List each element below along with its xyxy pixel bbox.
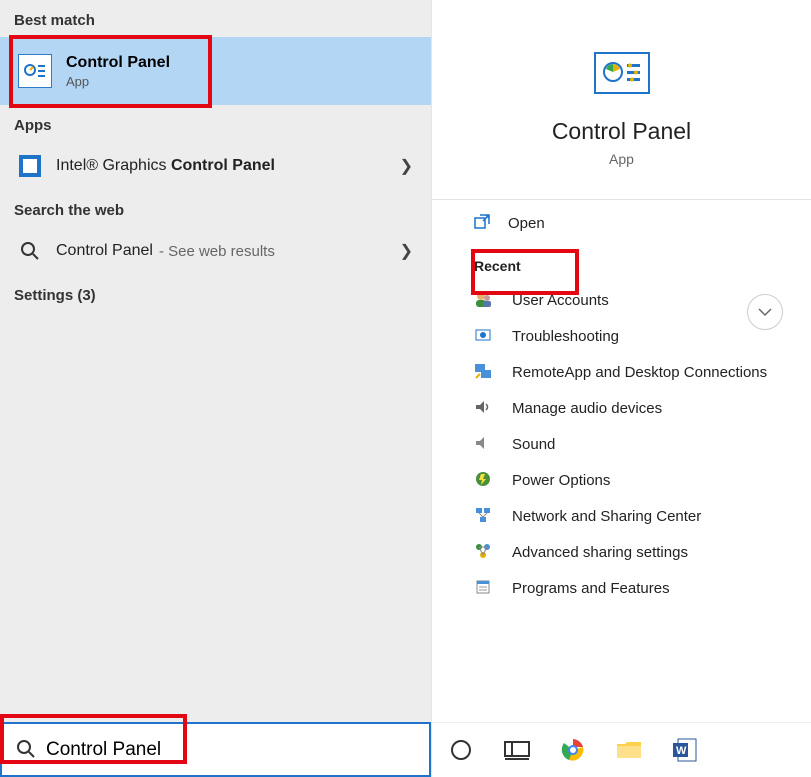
user-accounts-icon [474, 290, 494, 310]
best-match-label: Best match [0, 0, 431, 37]
search-input[interactable] [46, 739, 406, 761]
recent-item-label: Manage audio devices [512, 400, 662, 417]
best-match-title: Control Panel [66, 54, 170, 72]
recent-item-network[interactable]: Network and Sharing Center [432, 498, 811, 534]
network-icon [474, 506, 494, 526]
search-icon [16, 739, 38, 761]
right-sub: App [432, 151, 811, 167]
recent-item-programs[interactable]: Programs and Features [432, 570, 811, 606]
control-panel-icon [18, 54, 52, 88]
recent-item-audio[interactable]: Manage audio devices [432, 390, 811, 426]
chevron-right-icon: ❯ [400, 156, 413, 176]
recent-item-label: Troubleshooting [512, 328, 619, 345]
right-title: Control Panel [432, 118, 811, 145]
programs-icon [474, 578, 494, 598]
taskbar: W [432, 722, 811, 777]
best-match-sub: App [66, 74, 170, 89]
web-label: Search the web [0, 190, 431, 227]
svg-text:W: W [676, 745, 687, 757]
troubleshooting-icon [474, 326, 494, 346]
search-bar[interactable] [0, 722, 431, 777]
taskbar-taskview[interactable] [500, 733, 534, 767]
sharing-icon [474, 542, 494, 562]
taskbar-word[interactable]: W [668, 733, 702, 767]
taskbar-explorer[interactable] [612, 733, 646, 767]
expand-button[interactable] [747, 294, 783, 330]
recent-item-label: Advanced sharing settings [512, 544, 688, 561]
web-item-text: Control Panel [56, 242, 153, 260]
chevron-down-icon [757, 304, 773, 320]
recent-item-label: Network and Sharing Center [512, 508, 701, 525]
chevron-right-icon: ❯ [400, 241, 413, 261]
sound-icon [474, 434, 494, 454]
apps-item-text: Intel® Graphics Control Panel [56, 157, 275, 175]
recent-item-sound[interactable]: Sound [432, 426, 811, 462]
recent-item-remoteapp[interactable]: RemoteApp and Desktop Connections [432, 354, 811, 390]
recent-item-power[interactable]: Power Options [432, 462, 811, 498]
open-action[interactable]: Open [432, 200, 811, 246]
recent-item-label: Sound [512, 436, 555, 453]
recent-item-label: Power Options [512, 472, 610, 489]
audio-icon [474, 398, 494, 418]
apps-item-intel[interactable]: Intel® Graphics Control Panel ❯ [0, 142, 431, 190]
search-icon [18, 239, 42, 263]
recent-item-label: RemoteApp and Desktop Connections [512, 364, 767, 381]
control-panel-large-icon [594, 52, 650, 94]
intel-icon [18, 154, 42, 178]
power-icon [474, 470, 494, 490]
taskbar-chrome[interactable] [556, 733, 590, 767]
recent-item-label: Programs and Features [512, 580, 670, 597]
web-item-suffix: - See web results [159, 243, 275, 260]
open-label: Open [508, 215, 545, 232]
remoteapp-icon [474, 362, 494, 382]
recent-label: Recent [432, 246, 811, 282]
open-icon [474, 214, 492, 232]
settings-label[interactable]: Settings (3) [0, 275, 431, 316]
taskbar-cortana[interactable] [444, 733, 478, 767]
recent-item-sharing[interactable]: Advanced sharing settings [432, 534, 811, 570]
apps-label: Apps [0, 105, 431, 142]
web-item[interactable]: Control Panel - See web results ❯ [0, 227, 431, 275]
best-match-item[interactable]: Control Panel App [0, 37, 431, 105]
recent-item-label: User Accounts [512, 292, 609, 309]
